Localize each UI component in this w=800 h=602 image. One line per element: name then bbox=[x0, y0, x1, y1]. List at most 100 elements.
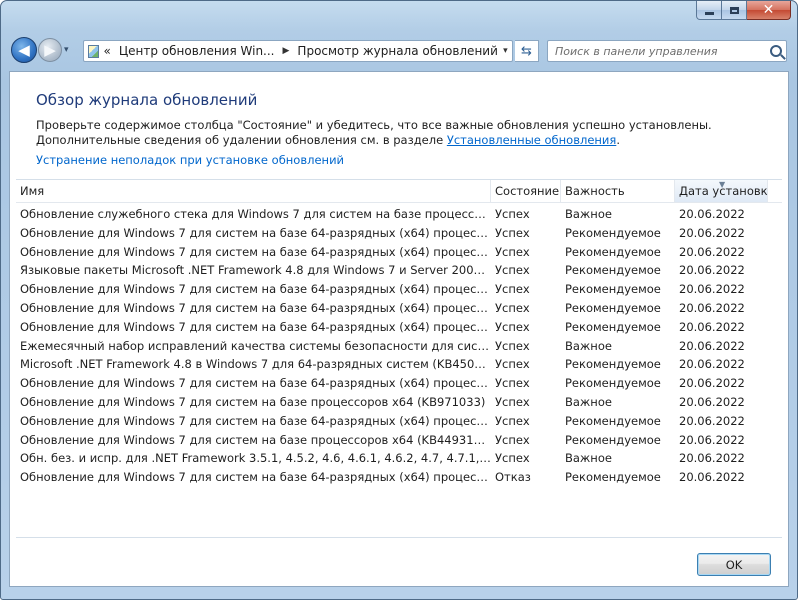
cell-importance: Важное bbox=[565, 338, 612, 353]
cell-status: Успех bbox=[495, 282, 530, 297]
cell-date: 20.06.2022 bbox=[679, 357, 745, 372]
forward-button[interactable]: ▶ bbox=[38, 38, 62, 62]
breadcrumb-windows-update[interactable]: Центр обновления Win... bbox=[119, 44, 275, 58]
table-row[interactable]: Обновление для Windows 7 для систем на б… bbox=[16, 374, 782, 393]
recent-pages-button[interactable]: ▾ bbox=[64, 45, 74, 55]
cell-importance: Важное bbox=[565, 451, 612, 466]
cell-status: Успех bbox=[495, 413, 530, 428]
table-row[interactable]: Обновление для Windows 7 для систем на б… bbox=[16, 318, 782, 337]
minimize-button[interactable] bbox=[696, 1, 722, 20]
update-history-window: ✕ ◀ ▶ ▾ « Центр обновления Win... ▶ Прос… bbox=[0, 0, 798, 600]
table-row[interactable]: Обновление для Windows 7 для систем на б… bbox=[16, 431, 782, 450]
cell-status: Отказ bbox=[495, 470, 531, 485]
cell-date: 20.06.2022 bbox=[679, 451, 745, 466]
maximize-button[interactable] bbox=[722, 1, 747, 20]
cell-date: 20.06.2022 bbox=[679, 244, 745, 259]
cell-date: 20.06.2022 bbox=[679, 207, 745, 221]
sort-descending-icon: ▼ bbox=[719, 180, 726, 189]
cell-date: 20.06.2022 bbox=[679, 300, 745, 315]
forward-arrow-icon: ▶ bbox=[44, 41, 56, 59]
breadcrumb-separator-icon[interactable]: ▶ bbox=[283, 46, 290, 56]
address-bar[interactable]: « Центр обновления Win... ▶ Просмотр жур… bbox=[83, 40, 513, 62]
cell-importance: Рекомендуемое bbox=[565, 244, 661, 259]
installed-updates-link[interactable]: Установленные обновления bbox=[447, 133, 616, 147]
cell-date: 20.06.2022 bbox=[679, 376, 745, 391]
table-row[interactable]: Обновление для Windows 7 для систем на б… bbox=[16, 299, 782, 318]
table-row[interactable]: Обн. без. и испр. для .NET Framework 3.5… bbox=[16, 449, 782, 468]
table-row[interactable]: Обновление для Windows 7 для систем на б… bbox=[16, 280, 782, 299]
cell-status: Успех bbox=[495, 207, 530, 221]
cell-name: Ежемесячный набор исправлений качества с… bbox=[20, 338, 491, 353]
table-row[interactable]: Обновление для Windows 7 для систем на б… bbox=[16, 468, 782, 487]
table-row[interactable]: Обновление для Windows 7 для систем на б… bbox=[16, 224, 782, 243]
maximize-icon bbox=[729, 6, 739, 14]
cell-status: Успех bbox=[495, 319, 530, 334]
cell-name: Обновление для Windows 7 для систем на б… bbox=[20, 244, 491, 259]
table-row[interactable]: Microsoft .NET Framework 4.8 в Windows 7… bbox=[16, 355, 782, 374]
cell-importance: Рекомендуемое bbox=[565, 263, 661, 278]
cell-status: Успех bbox=[495, 376, 530, 391]
cell-name: Обн. без. и испр. для .NET Framework 3.5… bbox=[20, 451, 491, 466]
chevron-down-icon: ▾ bbox=[64, 45, 69, 55]
cell-importance: Рекомендуемое bbox=[565, 376, 661, 391]
column-header-importance[interactable]: Важность bbox=[561, 180, 675, 202]
caption-buttons: ✕ bbox=[696, 1, 791, 21]
cell-name: Обновление для Windows 7 для систем на б… bbox=[20, 300, 491, 315]
cell-status: Успех bbox=[495, 263, 530, 278]
table-row[interactable]: Обновление служебного стека для Windows … bbox=[16, 205, 782, 224]
table-row[interactable]: Обновление для Windows 7 для систем на б… bbox=[16, 393, 782, 412]
table-row[interactable]: Обновление для Windows 7 для систем на б… bbox=[16, 243, 782, 262]
table-row[interactable]: Языковые пакеты Microsoft .NET Framework… bbox=[16, 261, 782, 280]
column-header-status[interactable]: Состояние bbox=[491, 180, 561, 202]
cell-name: Microsoft .NET Framework 4.8 в Windows 7… bbox=[20, 357, 491, 372]
column-header-install-date[interactable]: ▼ Дата установки bbox=[675, 180, 768, 202]
cell-name: Обновление служебного стека для Windows … bbox=[20, 207, 491, 221]
cell-status: Успех bbox=[495, 451, 530, 466]
cell-name: Обновление для Windows 7 для систем на б… bbox=[20, 432, 491, 447]
update-history-list[interactable]: Имя Состояние Важность ▼ Дата установки О… bbox=[16, 179, 782, 538]
cell-status: Успех bbox=[495, 394, 530, 409]
cell-date: 20.06.2022 bbox=[679, 338, 745, 353]
table-row[interactable]: Обновление для Windows 7 для систем на б… bbox=[16, 412, 782, 431]
minimize-icon bbox=[704, 11, 714, 15]
close-button[interactable]: ✕ bbox=[747, 1, 791, 20]
refresh-button[interactable]: ⇆ bbox=[515, 40, 539, 62]
search-box[interactable] bbox=[547, 40, 787, 62]
cell-name: Обновление для Windows 7 для систем на б… bbox=[20, 470, 491, 485]
troubleshoot-link[interactable]: Устранение неполадок при установке обнов… bbox=[36, 153, 344, 167]
cell-importance: Важное bbox=[565, 394, 612, 409]
cell-name: Обновление для Windows 7 для систем на б… bbox=[20, 413, 491, 428]
cell-importance: Рекомендуемое bbox=[565, 413, 661, 428]
cell-date: 20.06.2022 bbox=[679, 263, 745, 278]
cell-date: 20.06.2022 bbox=[679, 225, 745, 240]
breadcrumb-update-history[interactable]: Просмотр журнала обновлений bbox=[297, 44, 497, 58]
list-rows: Обновление служебного стека для Windows … bbox=[16, 203, 782, 487]
cell-name: Обновление для Windows 7 для систем на б… bbox=[20, 394, 486, 409]
navigation-buttons: ◀ ▶ ▾ bbox=[11, 37, 74, 63]
description-end: . bbox=[616, 133, 620, 147]
ok-button[interactable]: OK bbox=[697, 553, 771, 576]
cell-importance: Важное bbox=[565, 207, 612, 221]
search-input[interactable] bbox=[548, 43, 766, 59]
cell-status: Успех bbox=[495, 244, 530, 259]
cell-name: Обновление для Windows 7 для систем на б… bbox=[20, 225, 491, 240]
cell-date: 20.06.2022 bbox=[679, 413, 745, 428]
cell-importance: Рекомендуемое bbox=[565, 319, 661, 334]
back-button[interactable]: ◀ bbox=[11, 37, 37, 63]
cell-status: Успех bbox=[495, 432, 530, 447]
address-dropdown-icon[interactable]: ▾ bbox=[498, 46, 512, 56]
table-row[interactable]: Ежемесячный набор исправлений качества с… bbox=[16, 337, 782, 356]
page-description: Проверьте содержимое столбца "Состояние"… bbox=[36, 118, 766, 148]
cell-importance: Рекомендуемое bbox=[565, 225, 661, 240]
cell-importance: Рекомендуемое bbox=[565, 300, 661, 315]
column-header-name[interactable]: Имя bbox=[16, 180, 491, 202]
search-icon bbox=[770, 45, 782, 57]
cell-importance: Рекомендуемое bbox=[565, 357, 661, 372]
search-button[interactable] bbox=[766, 45, 786, 57]
breadcrumb-overflow[interactable]: « bbox=[103, 44, 110, 58]
page-title: Обзор журнала обновлений bbox=[36, 91, 258, 109]
list-header: Имя Состояние Важность ▼ Дата установки bbox=[16, 180, 782, 203]
cell-date: 20.06.2022 bbox=[679, 394, 745, 409]
cell-status: Успех bbox=[495, 338, 530, 353]
cell-name: Языковые пакеты Microsoft .NET Framework… bbox=[20, 263, 491, 278]
